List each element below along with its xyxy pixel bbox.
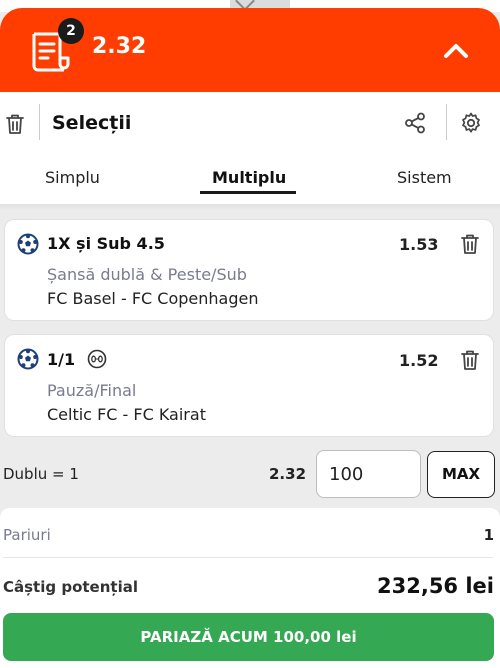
place-bet-button[interactable]: PARIAZĂ ACUM 100,00 lei	[3, 613, 494, 661]
selection-odds: 1.52	[399, 351, 439, 370]
selection-odds: 1.53	[399, 235, 439, 254]
active-tab-indicator	[200, 191, 296, 194]
bets-value: 1	[483, 526, 494, 544]
total-odds: 2.32	[92, 34, 147, 59]
chevron-up-icon[interactable]	[440, 38, 472, 64]
tab-sistem[interactable]: Sistem	[397, 168, 452, 187]
max-stake-button[interactable]: MAX	[427, 451, 495, 498]
tab-multiplu[interactable]: Multiplu	[212, 168, 286, 187]
football-icon	[17, 348, 39, 370]
combination-label: Dublu = 1	[3, 465, 79, 483]
selection-match: FC Basel - FC Copenhagen	[47, 289, 259, 308]
betslip-header[interactable]: 2 2.32	[0, 8, 500, 92]
gear-icon[interactable]	[459, 111, 483, 135]
selection-market: Pauză/Final	[47, 381, 137, 400]
selection-market: Șansă dublă & Peste/Sub	[47, 265, 247, 284]
panel-title: Selecții	[52, 112, 132, 134]
potential-win-value: 232,56 lei	[377, 574, 494, 598]
divider	[446, 104, 447, 140]
football-icon	[17, 233, 39, 255]
divider	[3, 557, 493, 558]
share-icon[interactable]	[404, 112, 426, 134]
stake-input[interactable]	[316, 450, 421, 498]
selection-match: Celtic FC - FC Kairat	[47, 405, 206, 424]
panel-shadow	[0, 204, 500, 210]
selection-pick: 1/1	[47, 350, 76, 369]
bets-label: Pariuri	[3, 526, 51, 544]
trash-icon[interactable]	[459, 348, 481, 372]
combination-odds: 2.32	[269, 465, 307, 483]
selections-panel: Selecții Simplu Multiplu Sistem	[0, 92, 500, 210]
selection-card[interactable]: 1/1 1.52 Pauză/Final Celtic FC - FC Kair…	[4, 334, 494, 437]
trash-icon[interactable]	[459, 232, 481, 256]
trash-icon[interactable]	[3, 112, 27, 136]
divider	[39, 104, 40, 140]
selection-pick: 1X și Sub 4.5	[47, 234, 165, 253]
score-icon	[87, 349, 107, 369]
selections-count-badge: 2	[58, 18, 84, 44]
tab-simplu[interactable]: Simplu	[45, 168, 100, 187]
selection-card[interactable]: 1X și Sub 4.5 1.53 Șansă dublă & Peste/S…	[4, 219, 494, 321]
potential-win-label: Câștig potențial	[3, 578, 138, 596]
